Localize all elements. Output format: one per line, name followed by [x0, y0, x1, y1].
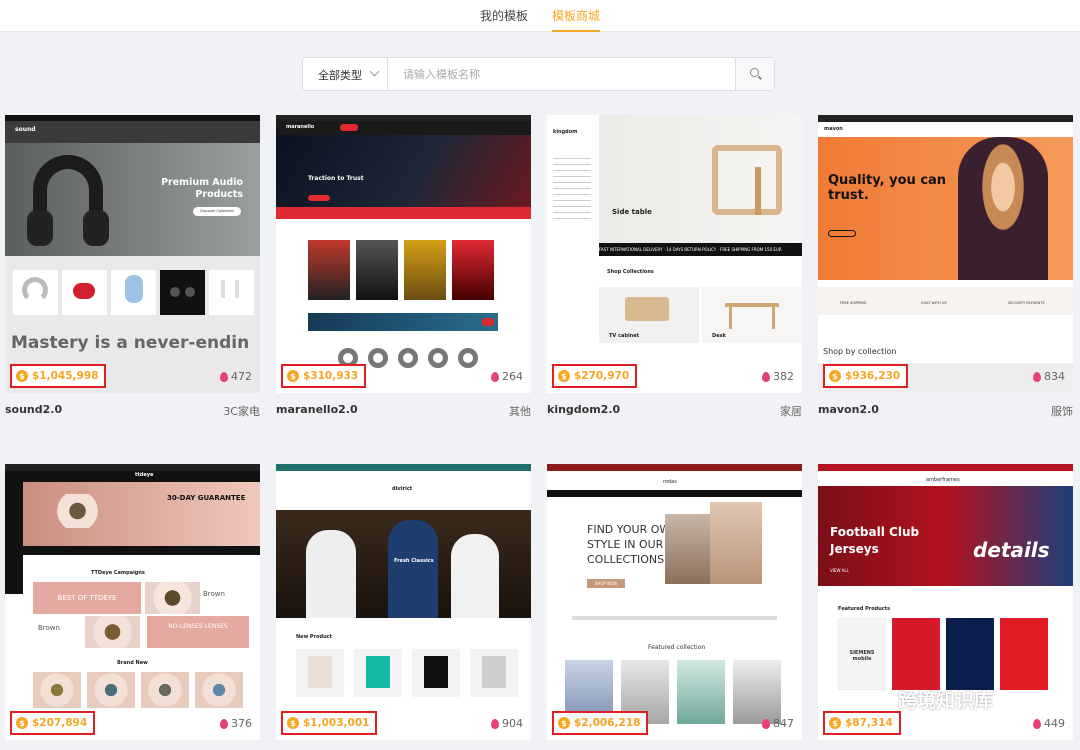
coin-icon: $	[829, 370, 841, 382]
coin-icon: $	[16, 370, 28, 382]
flame-icon	[220, 718, 228, 729]
search-button[interactable]	[735, 58, 774, 90]
template-name: maranello2.0	[276, 403, 358, 416]
template-preview[interactable]: mavon Quality, you can trust. FREE SHIPP…	[818, 115, 1073, 393]
wechat-icon	[866, 689, 892, 710]
watermark: 跨境知识库	[866, 686, 993, 713]
template-preview[interactable]: kingdom Side table FAST INTERNATIONAL DE…	[547, 115, 802, 393]
likes-count[interactable]: 472	[220, 370, 252, 383]
flame-icon	[491, 718, 499, 729]
coin-icon: $	[16, 717, 28, 729]
price-tag: $ $1,045,998	[10, 364, 107, 388]
coin-icon: $	[558, 370, 570, 382]
flame-icon	[1033, 718, 1041, 729]
price-tag: $ $310,933	[281, 364, 367, 388]
coin-icon: $	[558, 717, 570, 729]
flame-icon	[762, 371, 770, 382]
top-tab-bar: 我的模板 模板商城	[0, 0, 1080, 32]
chevron-down-icon	[369, 66, 380, 77]
tab-template-store[interactable]: 模板商城	[552, 7, 601, 32]
template-category: 服饰	[1051, 405, 1073, 418]
likes-count[interactable]: 834	[1033, 370, 1065, 383]
template-category: 家居	[780, 405, 802, 418]
template-name: mavon2.0	[818, 403, 879, 416]
search-input[interactable]	[389, 58, 736, 90]
price-tag: $ $1,003,001	[281, 711, 378, 735]
template-category: 3C家电	[223, 405, 260, 418]
price-tag: $ $207,894	[10, 711, 96, 735]
template-category: 其他	[509, 405, 531, 418]
template-preview[interactable]: rodas FIND YOUR OWN STYLE IN OUR NEW COL…	[547, 464, 802, 740]
tab-my-templates[interactable]: 我的模板	[480, 7, 528, 32]
template-preview[interactable]: district Fresh Classics New Product $ $1…	[276, 464, 531, 740]
category-select[interactable]: 全部类型	[303, 58, 388, 90]
flame-icon	[1033, 371, 1041, 382]
likes-count[interactable]: 449	[1033, 717, 1065, 730]
price-tag: $ $936,230	[823, 364, 909, 388]
likes-count[interactable]: 376	[220, 717, 252, 730]
category-select-value: 全部类型	[318, 69, 362, 82]
template-name: kingdom2.0	[547, 403, 621, 416]
search-bar: 全部类型	[302, 57, 775, 91]
template-preview[interactable]: maranello Traction to Trust $ $310,933 2…	[276, 115, 531, 393]
coin-icon: $	[287, 717, 299, 729]
template-preview[interactable]: sound Premium Audio Products Discover Co…	[5, 115, 260, 393]
template-name: sound2.0	[5, 403, 63, 416]
flame-icon	[762, 718, 770, 729]
coin-icon: $	[829, 717, 841, 729]
likes-count[interactable]: 904	[491, 717, 523, 730]
likes-count[interactable]: 264	[491, 370, 523, 383]
price-tag: $ $2,006,218	[552, 711, 649, 735]
coin-icon: $	[287, 370, 299, 382]
template-preview[interactable]: ttdeye 30-DAY GUARANTEE TTDeye Campaigns…	[5, 464, 260, 740]
flame-icon	[491, 371, 499, 382]
likes-count[interactable]: 847	[762, 717, 794, 730]
likes-count[interactable]: 382	[762, 370, 794, 383]
flame-icon	[220, 371, 228, 382]
price-tag: $ $87,314	[823, 711, 901, 735]
price-tag: $ $270,970	[552, 364, 638, 388]
